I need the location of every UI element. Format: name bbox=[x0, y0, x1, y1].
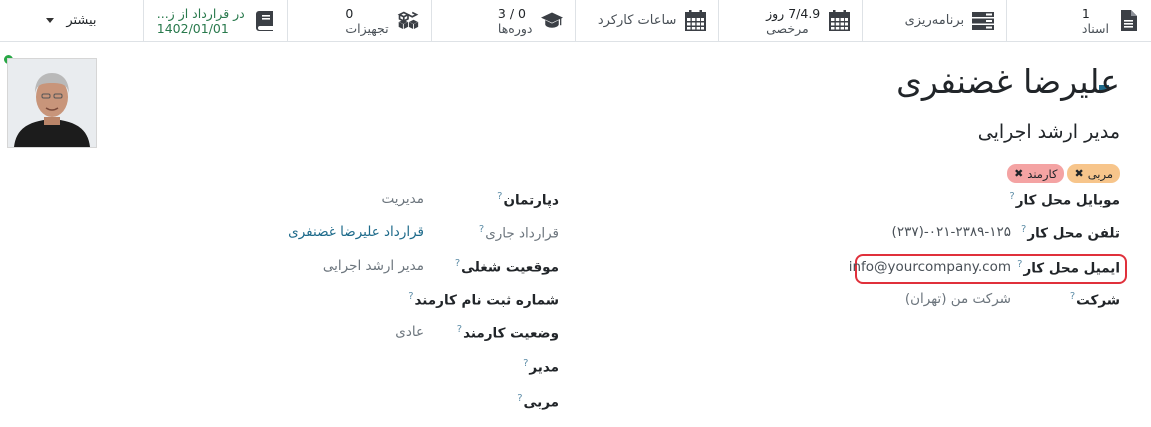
time-off-button[interactable]: 7/4.9 روز مرخصی bbox=[718, 0, 862, 41]
help-icon[interactable]: ? bbox=[455, 258, 460, 269]
current-contract-link[interactable]: قرارداد علیرضا غضنفری bbox=[288, 224, 424, 240]
employee-photo bbox=[8, 59, 96, 147]
work-email-field[interactable]: info@yourcompany.com bbox=[849, 259, 1011, 275]
help-icon[interactable]: ? bbox=[1009, 191, 1014, 202]
calendar-icon bbox=[684, 10, 706, 32]
graduation-cap-icon bbox=[540, 10, 563, 32]
document-icon bbox=[1117, 10, 1139, 32]
work-mobile-label: موبایل محل کار? bbox=[1009, 191, 1120, 209]
time-off-label: مرخصی bbox=[766, 20, 809, 36]
help-icon[interactable]: ? bbox=[517, 393, 522, 404]
help-icon[interactable]: ? bbox=[523, 358, 528, 369]
department-label: دپارتمان? bbox=[497, 191, 559, 209]
courses-count: 0 / 3 bbox=[497, 5, 526, 21]
help-icon[interactable]: ? bbox=[497, 191, 502, 202]
company-label: شرکت? bbox=[1069, 291, 1120, 309]
coach-label: مربی? bbox=[517, 393, 559, 411]
equipment-count: 0 bbox=[345, 5, 354, 21]
tag-coach: مربی ✖ bbox=[1067, 164, 1120, 183]
more-label: بیشتر bbox=[66, 13, 97, 28]
work-email-label: ایمیل محل کار? bbox=[1017, 259, 1120, 277]
work-phone-label: تلفن محل کار? bbox=[1021, 224, 1120, 242]
registration-number-label: شماره ثبت نام کارمند? bbox=[408, 291, 559, 309]
tag-label: کارمند bbox=[1027, 166, 1058, 181]
timesheets-label: ساعات کارکرد bbox=[597, 13, 677, 28]
manager-label: مدیر? bbox=[523, 358, 559, 376]
contract-button[interactable]: در قرارداد از ز... 1402/01/01 bbox=[142, 0, 287, 41]
help-icon[interactable]: ? bbox=[457, 324, 462, 335]
chevron-down-icon bbox=[46, 18, 55, 23]
courses-button[interactable]: 0 / 3 دوره‌ها bbox=[430, 0, 575, 41]
company-field[interactable]: شرکت من (تهران) bbox=[905, 291, 1011, 307]
help-icon[interactable]: ? bbox=[1021, 224, 1026, 235]
planning-icon bbox=[972, 10, 995, 32]
courses-label: دوره‌ها bbox=[497, 20, 533, 36]
book-icon bbox=[253, 10, 275, 32]
help-icon[interactable]: ? bbox=[1070, 291, 1075, 302]
more-dropdown[interactable]: بیشتر bbox=[0, 0, 143, 41]
tag-employee: کارمند ✖ bbox=[1007, 164, 1065, 183]
employee-avatar[interactable] bbox=[7, 58, 97, 148]
employee-tags: کارمند ✖ مربی ✖ bbox=[1007, 164, 1120, 183]
equipment-button[interactable]: 0 تجهیزات bbox=[286, 0, 431, 41]
employee-type-label: وضعیت کارمند? bbox=[456, 324, 559, 342]
job-position-label: موقعیت شغلی? bbox=[454, 258, 559, 276]
documents-button[interactable]: 1 اسناد bbox=[1006, 0, 1151, 41]
contract-status: در قرارداد از ز... bbox=[156, 5, 245, 21]
help-icon[interactable]: ? bbox=[1017, 259, 1022, 270]
equipment-label: تجهیزات bbox=[345, 20, 389, 36]
current-contract-label: قرارداد جاری? bbox=[478, 224, 559, 242]
calendar-icon bbox=[828, 10, 850, 32]
close-icon[interactable]: ✖ bbox=[1074, 167, 1083, 180]
documents-label: اسناد bbox=[1081, 20, 1109, 36]
department-field[interactable]: مدیریت bbox=[381, 191, 424, 207]
help-icon[interactable]: ? bbox=[408, 291, 413, 302]
planning-label: برنامه‌ریزی bbox=[904, 13, 965, 28]
time-off-days: 7/4.9 روز bbox=[766, 5, 821, 21]
documents-count: 1 bbox=[1081, 5, 1090, 21]
job-position-field[interactable]: مدیر ارشد اجرایی bbox=[323, 258, 424, 274]
tag-label: مربی bbox=[1087, 166, 1113, 181]
cubes-icon bbox=[397, 10, 419, 32]
help-icon[interactable]: ? bbox=[479, 224, 484, 235]
contract-date: 1402/01/01 bbox=[156, 20, 229, 36]
planning-button[interactable]: برنامه‌ریزی bbox=[862, 0, 1006, 41]
employee-name[interactable]: علیرضا غضنفری bbox=[896, 62, 1120, 101]
close-icon[interactable]: ✖ bbox=[1014, 167, 1023, 180]
work-phone-field[interactable]: ۰۲۱-۲۳۸۹-۱۲۵-(۲۳۷) bbox=[892, 224, 1011, 240]
smart-button-bar: 1 اسناد برنامه‌ریزی 7/4.9 روز مرخصی ساعا… bbox=[0, 0, 1151, 42]
employee-type-field[interactable]: عادی bbox=[395, 324, 424, 340]
employee-job-title[interactable]: مدیر ارشد اجرایی bbox=[978, 121, 1120, 143]
timesheets-button[interactable]: ساعات کارکرد bbox=[574, 0, 719, 41]
